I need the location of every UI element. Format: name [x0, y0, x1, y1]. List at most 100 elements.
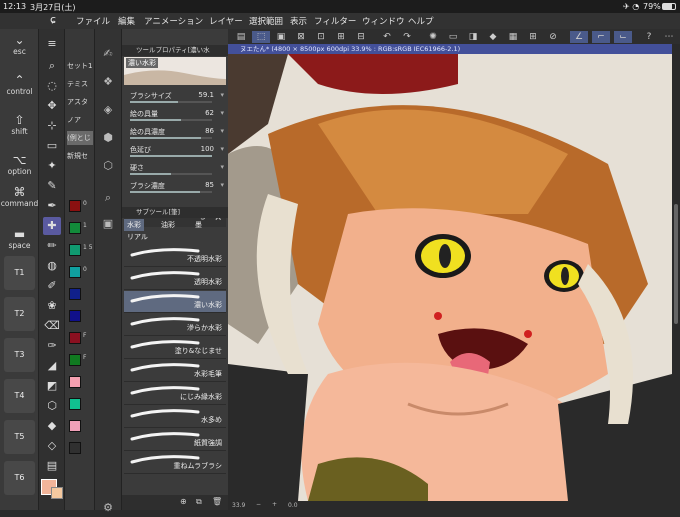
redo-icon[interactable]: ↷ [398, 31, 416, 43]
copy-subtool-icon[interactable]: ⧉ [196, 497, 202, 507]
color-swatch[interactable] [69, 222, 81, 234]
navigator-icon[interactable]: ⬢ [99, 129, 117, 147]
color-swatch[interactable] [69, 244, 81, 256]
expand-selection-icon[interactable]: ⊞ [332, 31, 350, 43]
brush-item[interactable]: 滲らか水彩 [124, 314, 226, 336]
menu-edit[interactable]: 編集 [118, 15, 135, 27]
property-slider[interactable] [130, 101, 212, 103]
dropdown-icon[interactable]: ▾ [220, 109, 224, 117]
layers-icon[interactable]: ❖ [99, 73, 117, 91]
brush-item[interactable]: にじみ縁水彩 [124, 383, 226, 405]
color-swatch[interactable] [69, 442, 81, 454]
zoom-out-icon[interactable]: − [256, 501, 261, 508]
property-row[interactable]: 色延び 100 ▾ [124, 143, 226, 157]
property-slider[interactable] [130, 155, 212, 157]
flip-icon[interactable]: ◨ [464, 31, 482, 43]
clear-layer-icon[interactable]: ▭ [444, 31, 462, 43]
command-key[interactable]: ⌘ command [0, 185, 39, 208]
set-item[interactable]: ノア [67, 113, 93, 127]
effect-tool-icon[interactable]: ✚ [43, 217, 61, 235]
document-tab[interactable]: ヌエたん* (4800 × 8500px 600dpi 33.9% : RGB:… [228, 44, 672, 54]
zoom-in-icon[interactable]: + [272, 501, 277, 508]
fill-icon[interactable]: ◆ [484, 31, 502, 43]
balloon-icon[interactable]: ◇ [43, 437, 61, 455]
color-swatch[interactable] [69, 288, 81, 300]
subtool-tab[interactable]: リアル [124, 231, 151, 243]
menu-animation[interactable]: アニメーション [144, 15, 203, 27]
property-row[interactable]: 絵の具濃度 86 ▾ [124, 125, 226, 139]
color-swatch[interactable] [69, 200, 81, 212]
t3-key[interactable]: T3 [4, 338, 35, 372]
select-tool-icon[interactable]: ▭ [43, 137, 61, 155]
vertical-scrollbar[interactable] [672, 44, 680, 501]
airbrush-icon[interactable]: ◍ [43, 257, 61, 275]
menu-window[interactable]: ウィンドウ [362, 15, 405, 27]
property-row[interactable]: ブラシ濃度 85 ▾ [124, 179, 226, 193]
brush-item[interactable]: 不透明水彩 [124, 245, 226, 267]
property-slider[interactable] [130, 137, 212, 139]
decoration-icon[interactable]: ❀ [43, 297, 61, 315]
menu-view[interactable]: 表示 [290, 15, 307, 27]
zoom-tool-icon[interactable]: ⌕ [43, 57, 61, 75]
canvas-area[interactable] [228, 44, 672, 501]
brush-item[interactable]: 重ねムラブラシ [124, 452, 226, 474]
set-item[interactable]: (例とじ [67, 131, 93, 145]
brush-item[interactable]: 濃い水彩 [124, 291, 226, 313]
deselect-icon[interactable]: ⊠ [292, 31, 310, 43]
brush-item[interactable]: 紙質強調 [124, 429, 226, 451]
subtool-tab[interactable]: 墨 [192, 219, 205, 231]
brush-item[interactable]: 透明水彩 [124, 268, 226, 290]
lasso-tool-icon[interactable]: ◌ [43, 77, 61, 95]
brush-tool-icon[interactable]: ✐ [43, 277, 61, 295]
color-swatch[interactable] [69, 310, 81, 322]
t1-key[interactable]: T1 [4, 256, 35, 290]
set-item[interactable]: 新規セ [67, 149, 93, 163]
grid-icon[interactable]: ⊞ [524, 31, 542, 43]
blend-tool-icon[interactable]: ✑ [43, 337, 61, 355]
color-swatch[interactable] [69, 332, 81, 344]
property-row[interactable]: 硬さ ▾ [124, 161, 226, 175]
dropdown-icon[interactable]: ▾ [220, 127, 224, 135]
ruler-icon[interactable]: ▤ [43, 457, 61, 475]
help-icon[interactable]: ? [640, 31, 658, 43]
brush-preview-icon[interactable]: ✍ [99, 45, 117, 63]
layer-property-icon[interactable]: ◈ [99, 101, 117, 119]
menu-help[interactable]: ヘルプ [408, 15, 434, 27]
menu-layer[interactable]: レイヤー [209, 15, 243, 27]
t4-key[interactable]: T4 [4, 379, 35, 413]
zoom-value[interactable]: 33.9 [232, 502, 245, 509]
angle-value[interactable]: 0.0 [288, 502, 298, 509]
space-key[interactable]: ▬ space [0, 227, 39, 250]
sub-color-swatch[interactable] [51, 487, 63, 499]
fill-tool-icon[interactable]: ◢ [43, 357, 61, 375]
add-subtool-icon[interactable]: ⊕ [180, 497, 187, 506]
transparent-icon[interactable]: ▦ [504, 31, 522, 43]
ruler-cmd-icon[interactable]: ⊘ [544, 31, 562, 43]
set-item[interactable]: テミス [67, 77, 93, 91]
home-icon[interactable]: ▤ [232, 31, 250, 43]
loading-icon[interactable]: ✺ [424, 31, 442, 43]
scroll-thumb[interactable] [674, 204, 678, 324]
color-swatch[interactable] [69, 376, 81, 388]
property-value[interactable]: 62 [205, 109, 214, 117]
property-row[interactable]: ブラシサイズ 59.1 ▾ [124, 89, 226, 103]
eraser-icon[interactable]: ⌫ [43, 317, 61, 335]
property-value[interactable]: 59.1 [198, 91, 214, 99]
text-tool-icon[interactable]: ◆ [43, 417, 61, 435]
invert-selection-icon[interactable]: ⊡ [312, 31, 330, 43]
dropdown-icon[interactable]: ▾ [220, 91, 224, 99]
search-icon[interactable]: ⌕ [99, 189, 117, 207]
set-item[interactable]: アスタ [67, 95, 93, 109]
property-value[interactable]: 86 [205, 127, 214, 135]
shift-key[interactable]: ⇧ shift [0, 113, 39, 136]
property-slider[interactable] [130, 191, 212, 193]
artwork-canvas[interactable] [228, 44, 672, 501]
snap-grid-icon[interactable]: ⌙ [614, 31, 632, 43]
t2-key[interactable]: T2 [4, 297, 35, 331]
history-icon[interactable]: ⬡ [99, 157, 117, 175]
t5-key[interactable]: T5 [4, 420, 35, 454]
color-swatch[interactable] [69, 354, 81, 366]
pencil-tool-icon[interactable]: ✏ [43, 237, 61, 255]
selection-tool-icon[interactable]: ⬚ [252, 31, 270, 43]
esc-key[interactable]: ⌄ esc [0, 33, 39, 56]
